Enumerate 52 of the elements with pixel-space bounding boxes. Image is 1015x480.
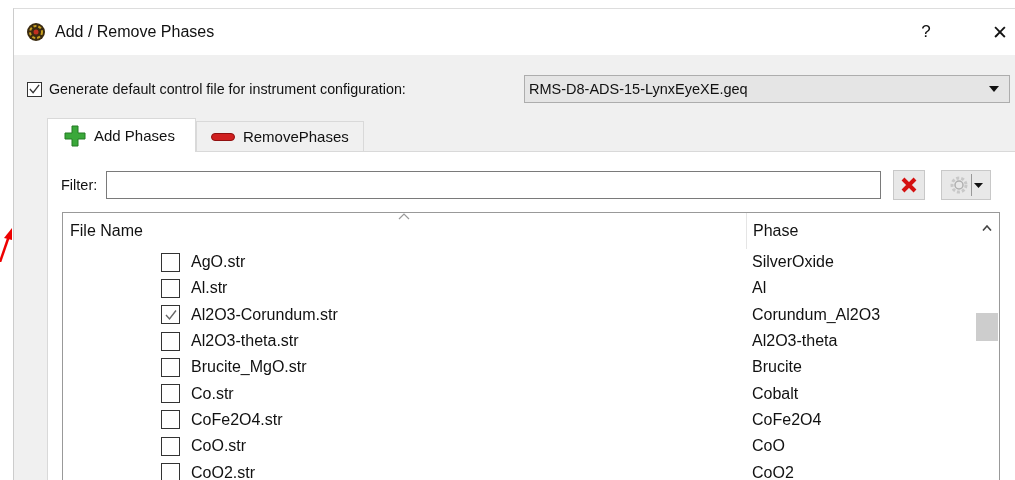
row-checkbox[interactable] <box>161 463 180 480</box>
checkbox[interactable] <box>27 81 42 97</box>
phase-cell-text: CoO2 <box>751 463 794 480</box>
row-checkbox[interactable] <box>161 252 180 272</box>
row-checkbox[interactable] <box>161 278 180 298</box>
dropdown-arrow-icon <box>974 182 984 188</box>
file-name-cell: Co.str <box>191 384 234 403</box>
scrollbar-thumb[interactable] <box>976 313 998 341</box>
minus-icon <box>210 132 235 141</box>
file-name-cell: Brucite_MgO.str <box>191 358 307 377</box>
column-header[interactable]: Phase <box>747 222 799 240</box>
window-title: Add / Remove Phases <box>55 23 215 41</box>
file-name-cell: CoFe2O4.str <box>191 410 283 429</box>
file-name-cell: CoO.str <box>191 437 247 456</box>
row-checkbox[interactable] <box>161 436 180 456</box>
phase-cell-text: SilverOxide <box>751 253 834 272</box>
filter-label: Filter: <box>61 177 98 193</box>
file-name-cell: Al2O3-theta.str <box>191 332 299 351</box>
filter-field[interactable] <box>106 171 882 199</box>
configuration-dropdown[interactable]: RMS-D8-ADS-15-LynxEyeXE.geq <box>524 75 1010 103</box>
row-checkbox[interactable] <box>161 410 180 430</box>
column-header[interactable]: File Name <box>63 213 747 249</box>
close-icon <box>901 177 918 193</box>
tab[interactable]: RemovePhases <box>195 121 364 151</box>
phase-cell-text: CoO <box>751 437 785 456</box>
row-checkbox[interactable] <box>161 331 180 351</box>
row-checkbox[interactable] <box>161 384 180 404</box>
phase-cell-text: Al2O3-theta <box>751 332 838 351</box>
help-button[interactable]: ? <box>916 22 936 42</box>
file-name-cell: CoO2.str <box>191 463 255 480</box>
tab[interactable]: Add Phases <box>47 118 196 152</box>
close-button[interactable]: ✕ <box>985 20 1015 44</box>
gear-icon <box>949 175 970 195</box>
app-icon <box>26 22 46 42</box>
annotation-arrow <box>0 228 12 262</box>
clear-filter-button[interactable] <box>893 170 926 200</box>
file-name-cell: Al2O3-Corundum.str <box>191 305 338 324</box>
scroll-up-icon <box>982 225 992 231</box>
file-name-cell: Al.str <box>191 279 228 298</box>
phase-cell-text: Brucite <box>751 358 802 377</box>
row-checkbox[interactable] <box>161 305 180 325</box>
dropdown-arrow-icon <box>989 86 999 92</box>
plus-icon <box>64 124 86 147</box>
file-name-cell: AgO.str <box>191 253 246 272</box>
phase-cell-text: Cobalt <box>751 384 799 403</box>
check-icon <box>28 82 41 96</box>
phase-cell-text: Corundum_Al2O3 <box>751 305 881 324</box>
row-checkbox[interactable] <box>161 357 180 377</box>
phase-cell-text: Al <box>751 279 767 298</box>
checkbox-label: Generate default control file for instrument configuration: <box>49 81 406 97</box>
check-icon <box>163 307 178 322</box>
phase-cell-text: CoFe2O4 <box>751 410 822 429</box>
